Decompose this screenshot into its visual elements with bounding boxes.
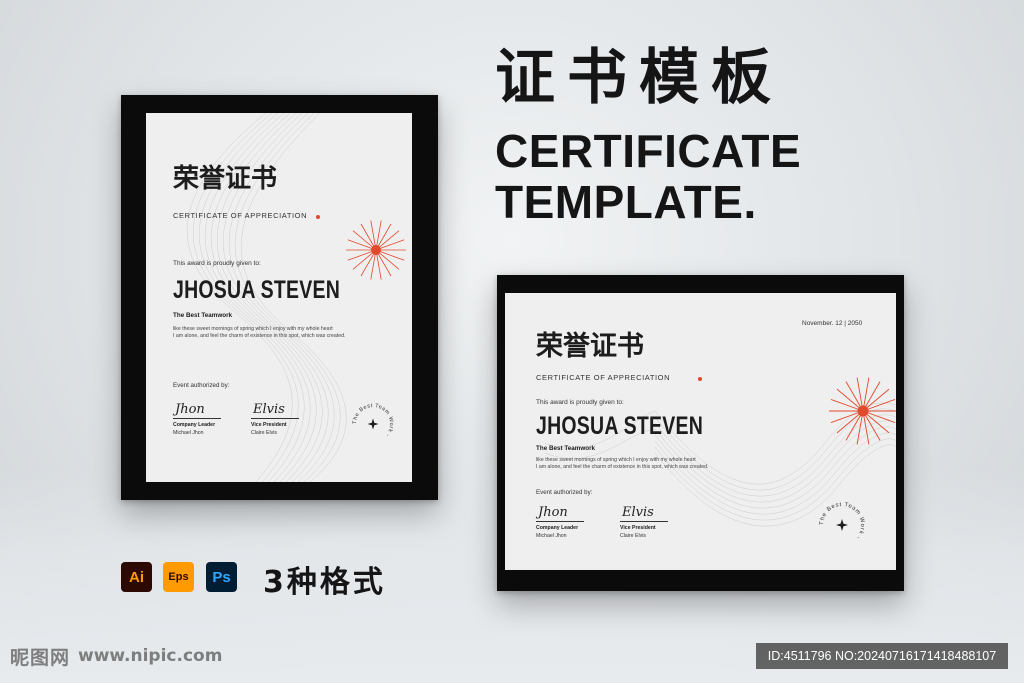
image-id-badge: ID:4511796 NO:20240716171418488107 xyxy=(756,643,1008,669)
certificate-title-landscape: 荣誉证书 xyxy=(536,331,644,362)
signer-2-role: Vice President xyxy=(251,422,287,428)
site-watermark: 昵图网 www.nipic.com xyxy=(10,643,222,669)
eps-icon: Eps xyxy=(163,562,194,592)
recipient-name: JHOSUA STEVEN xyxy=(173,276,341,304)
photoshop-icon: Ps xyxy=(206,562,237,592)
award-title-landscape: The Best Teamwork xyxy=(536,445,596,452)
signer-1-name: Michael Jhon xyxy=(173,430,204,436)
signature-1: Jhon xyxy=(175,402,205,417)
signer-2-name: Claire Elvis xyxy=(251,430,277,436)
hero-title-en-line2: TEMPLATE. xyxy=(495,176,757,228)
accent-dot-landscape xyxy=(698,377,702,381)
hero-title-cn: 证书模板 xyxy=(495,43,783,113)
site-logo-text: 昵图网 xyxy=(10,646,71,669)
portrait-certificate-paper: 荣誉证书 CERTIFICATE OF APPRECIATION This aw… xyxy=(146,113,412,482)
signer-2-name-landscape: Claire Elvis xyxy=(620,533,646,539)
signature-block-2-landscape: Elvis Vice President Claire Elvis xyxy=(620,505,668,539)
signature-line-2 xyxy=(251,418,299,419)
hero-title-en-line1: CERTIFICATE xyxy=(495,125,802,177)
award-description-line2-landscape: I am alone, and feel the charm of existe… xyxy=(536,464,709,470)
signature-line-1 xyxy=(173,418,221,419)
given-to-label: This award is proudly given to: xyxy=(173,260,261,267)
signer-1-role-landscape: Company Leader xyxy=(536,525,579,531)
signature-2-landscape: Elvis xyxy=(622,505,654,520)
certificate-title: 荣誉证书 xyxy=(173,164,278,194)
seal-badge-icon: The Best Team Work - xyxy=(352,403,394,438)
certificate-subtitle: CERTIFICATE OF APPRECIATION xyxy=(173,211,308,220)
authorized-by-label-landscape: Event authorized by: xyxy=(536,489,593,496)
award-description-line2: I am alone, and feel the charm of existe… xyxy=(173,333,346,339)
authorized-by-label: Event authorized by: xyxy=(173,382,230,389)
award-description-line1: like these sweet mornings of spring whic… xyxy=(173,326,333,332)
signature-line-1-landscape xyxy=(536,521,584,522)
signer-1-name-landscape: Michael Jhon xyxy=(536,533,567,539)
sunburst-icon-landscape xyxy=(829,377,896,445)
portrait-certificate-frame: 荣誉证书 CERTIFICATE OF APPRECIATION This aw… xyxy=(121,95,438,500)
signature-1-landscape: Jhon xyxy=(538,505,568,520)
sunburst-icon xyxy=(346,220,406,280)
illustrator-icon: Ai xyxy=(121,562,152,592)
site-url[interactable]: www.nipic.com xyxy=(78,646,222,666)
certificate-date: November. 12 | 2050 xyxy=(802,320,863,327)
signature-block-1: Jhon Company Leader Michael Jhon xyxy=(173,402,221,436)
landscape-certificate-paper: November. 12 | 2050 荣誉证书 CERTIFICATE OF … xyxy=(505,293,896,570)
formats-label: 3种格式 xyxy=(263,565,386,600)
award-description-line1-landscape: like these sweet mornings of spring whic… xyxy=(536,457,696,463)
seal-badge-icon-landscape: The Best Team Work - xyxy=(819,502,864,541)
signature-block-1-landscape: Jhon Company Leader Michael Jhon xyxy=(536,505,584,539)
signature-line-2-landscape xyxy=(620,521,668,522)
certificate-subtitle-landscape: CERTIFICATE OF APPRECIATION xyxy=(536,373,671,382)
signature-block-2: Elvis Vice President Claire Elvis xyxy=(251,402,299,436)
award-title: The Best Teamwork xyxy=(173,312,233,319)
accent-dot xyxy=(316,215,320,219)
signature-2: Elvis xyxy=(253,402,285,417)
signer-1-role: Company Leader xyxy=(173,422,216,428)
given-to-label-landscape: This award is proudly given to: xyxy=(536,399,624,406)
landscape-certificate-frame: November. 12 | 2050 荣誉证书 CERTIFICATE OF … xyxy=(497,275,904,591)
signer-2-role-landscape: Vice President xyxy=(620,525,656,531)
recipient-name-landscape: JHOSUA STEVEN xyxy=(536,412,704,440)
